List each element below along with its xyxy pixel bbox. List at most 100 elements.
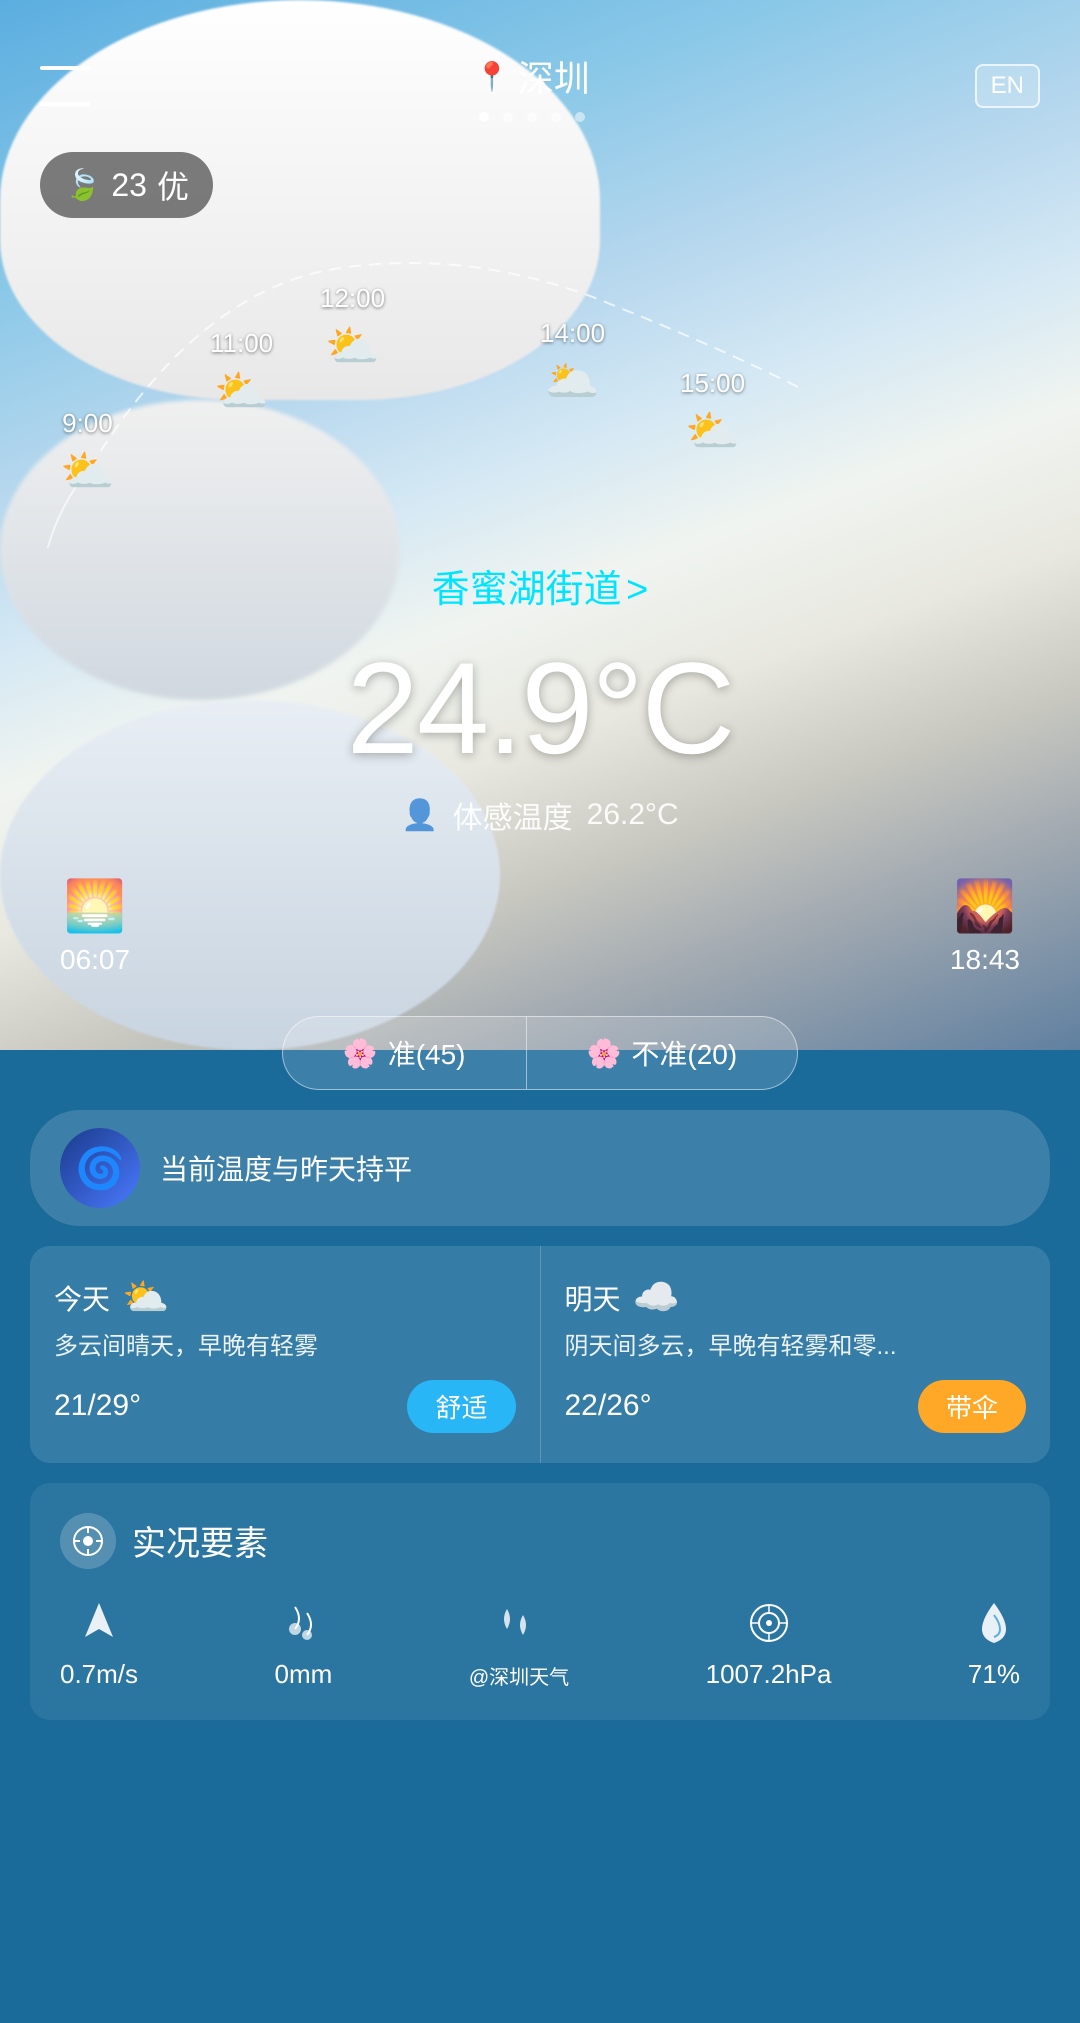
leaf-icon: 🍃 xyxy=(64,168,101,203)
dot-3[interactable] xyxy=(527,112,537,122)
hourly-item-11: 11:00 ⛅ xyxy=(210,328,273,417)
menu-line-2 xyxy=(40,102,90,106)
hourly-icon-14: 🌥️ xyxy=(545,355,600,407)
feels-icon: 👤 xyxy=(401,798,438,833)
today-temp-row: 21/29° 舒适 xyxy=(54,1380,516,1433)
aqi-level: 优 xyxy=(157,162,189,208)
feels-like-label: 体感温度 xyxy=(453,793,573,837)
dot-5[interactable] xyxy=(575,112,585,122)
dot-2[interactable] xyxy=(503,112,513,122)
hourly-forecast: 9:00 ⛅ 11:00 ⛅ 12:00 ⛅ 14:00 🌥️ 15:00 ⛅ xyxy=(0,228,1080,548)
tomorrow-temp-row: 22/26° 带伞 xyxy=(565,1380,1027,1433)
city-name: 深圳 xyxy=(518,50,590,102)
tomorrow-label: 明天 xyxy=(565,1278,621,1318)
news-banner[interactable]: 🌀 当前温度与昨天持平 xyxy=(30,1110,1050,1226)
aqi-value: 23 xyxy=(111,167,147,204)
app-header: 📍 深圳 EN xyxy=(0,0,1080,142)
today-desc: 多云间晴天，早晚有轻雾 xyxy=(54,1330,516,1364)
hourly-time-15: 15:00 xyxy=(680,368,745,399)
sunset-item: 🌄 18:43 xyxy=(950,877,1020,976)
correct-button[interactable]: 🌸 准(45) xyxy=(282,1016,526,1090)
forecast-day-tomorrow: 明天 ☁️ xyxy=(565,1276,1027,1320)
hourly-item-15: 15:00 ⛅ xyxy=(680,368,745,457)
today-badge: 舒适 xyxy=(407,1380,515,1433)
condition-precipitation: 0mm xyxy=(275,1599,333,1690)
hourly-item-14: 14:00 🌥️ xyxy=(540,318,605,407)
hourly-item-12: 12:00 ⛅ xyxy=(320,283,385,372)
condition-pressure: 1007.2hPa xyxy=(706,1599,832,1690)
drops-icon xyxy=(495,1601,543,1649)
condition-humidity: 71% xyxy=(968,1599,1020,1690)
dot-4[interactable] xyxy=(551,112,561,122)
main-temperature: 24.9°C xyxy=(0,633,1080,783)
pressure-icon xyxy=(745,1599,793,1647)
pressure-value: 1007.2hPa xyxy=(706,1659,832,1690)
hourly-time-14: 14:00 xyxy=(540,318,605,349)
conditions-section: 实况要素 0.7m/s 0mm xyxy=(30,1483,1050,1720)
correct-label: 准(45) xyxy=(388,1033,466,1073)
precipitation-icon xyxy=(279,1599,327,1647)
temp-number: 24.9 xyxy=(347,635,592,781)
wrong-label: 不准(20) xyxy=(631,1033,737,1073)
sub-location[interactable]: 香蜜湖街道 > xyxy=(0,558,1080,613)
menu-line-1 xyxy=(40,66,90,70)
forecast-day-today: 今天 ⛅ xyxy=(54,1276,516,1320)
wrong-button[interactable]: 🌸 不准(20) xyxy=(526,1016,799,1090)
tomorrow-badge: 带伞 xyxy=(918,1380,1026,1433)
temperature-display: 24.9°C xyxy=(347,635,734,781)
sub-location-arrow: > xyxy=(626,569,648,611)
menu-button[interactable] xyxy=(40,66,90,106)
sunrise-icon: 🌅 xyxy=(64,877,126,936)
correct-icon: 🌸 xyxy=(343,1037,378,1070)
today-temp: 21/29° xyxy=(54,1389,141,1423)
hourly-item-9: 9:00 ⛅ xyxy=(60,408,115,497)
hourly-icon-11: ⛅ xyxy=(214,365,269,417)
news-text: 当前温度与昨天持平 xyxy=(160,1148,412,1188)
hourly-time-11: 11:00 xyxy=(210,328,273,359)
header-center: 📍 深圳 xyxy=(475,50,590,122)
temp-unit: °C xyxy=(592,635,734,781)
sunrise-item: 🌅 06:07 xyxy=(60,877,130,976)
forecast-cards: 今天 ⛅ 多云间晴天，早晚有轻雾 21/29° 舒适 明天 ☁️ 阴天间多云，早… xyxy=(30,1246,1050,1463)
today-weather-icon: ⛅ xyxy=(122,1276,169,1320)
sub-location-text: 香蜜湖街道 xyxy=(432,569,622,611)
forecast-card-tomorrow[interactable]: 明天 ☁️ 阴天间多云，早晚有轻雾和零... 22/26° 带伞 xyxy=(541,1246,1051,1463)
hourly-time-9: 9:00 xyxy=(62,408,113,439)
location-row: 📍 深圳 xyxy=(475,50,590,102)
tomorrow-desc: 阴天间多云，早晚有轻雾和零... xyxy=(565,1330,1027,1364)
bottom-spacer xyxy=(0,1740,1080,1820)
humidity-icon xyxy=(970,1599,1018,1647)
wrong-icon: 🌸 xyxy=(587,1037,622,1070)
hourly-icon-9: ⛅ xyxy=(60,445,115,497)
humidity-value: 71% xyxy=(968,1659,1020,1690)
conditions-grid: 0.7m/s 0mm @深圳天气 xyxy=(60,1599,1020,1690)
conditions-title: 实况要素 xyxy=(132,1516,268,1565)
sunset-time: 18:43 xyxy=(950,944,1020,976)
hourly-time-12: 12:00 xyxy=(320,283,385,314)
wind-value: 0.7m/s xyxy=(60,1659,138,1690)
page-dots xyxy=(479,112,585,122)
hourly-icon-12: ⛅ xyxy=(325,320,380,372)
dot-1[interactable] xyxy=(479,112,489,122)
news-logo: 🌀 xyxy=(60,1128,140,1208)
aqi-badge[interactable]: 🍃 23 优 xyxy=(40,152,213,218)
hourly-icon-15: ⛅ xyxy=(685,405,740,457)
forecast-card-today[interactable]: 今天 ⛅ 多云间晴天，早晚有轻雾 21/29° 舒适 xyxy=(30,1246,541,1463)
sunrise-time: 06:07 xyxy=(60,944,130,976)
weibo-watermark-text: @深圳天气 xyxy=(469,1661,569,1690)
sunset-icon: 🌄 xyxy=(954,877,1016,936)
condition-wind: 0.7m/s xyxy=(60,1599,138,1690)
conditions-icon xyxy=(60,1513,116,1569)
language-button[interactable]: EN xyxy=(975,64,1040,108)
condition-humidity-drops: @深圳天气 xyxy=(469,1601,569,1690)
conditions-header: 实况要素 xyxy=(60,1513,1020,1569)
tomorrow-weather-icon: ☁️ xyxy=(633,1276,680,1320)
location-pin-icon: 📍 xyxy=(475,60,510,93)
news-logo-icon: 🌀 xyxy=(75,1145,125,1192)
feels-like-value: 26.2°C xyxy=(587,798,679,832)
feels-like-row: 👤 体感温度 26.2°C xyxy=(0,793,1080,837)
accuracy-buttons: 🌸 准(45) 🌸 不准(20) xyxy=(60,1016,1020,1090)
today-label: 今天 xyxy=(54,1278,110,1318)
sun-row: 🌅 06:07 🌄 18:43 xyxy=(0,857,1080,996)
tomorrow-temp: 22/26° xyxy=(565,1389,652,1423)
